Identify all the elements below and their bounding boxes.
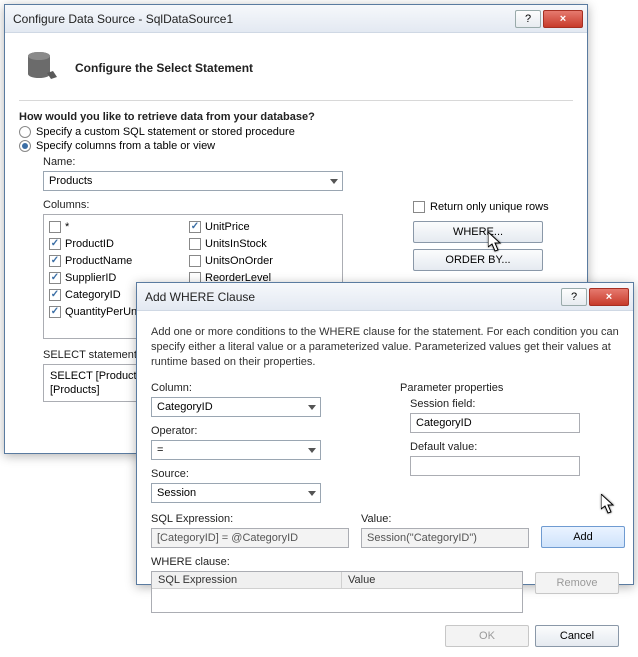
input-value: CategoryID (416, 417, 472, 429)
column-item[interactable]: ProductName (49, 252, 189, 269)
database-icon (25, 49, 61, 86)
operator-label: Operator: (151, 425, 370, 437)
session-field-input[interactable]: CategoryID (410, 413, 580, 433)
wizard-heading: Configure the Select Statement (75, 61, 253, 75)
source-label: Source: (151, 468, 370, 480)
column-label: QuantityPerUnit (65, 306, 143, 318)
window-title: Add WHERE Clause (145, 290, 561, 304)
column-label: * (65, 221, 69, 233)
name-label: Name: (43, 156, 573, 168)
checkbox-icon (49, 221, 61, 233)
cancel-button[interactable]: Cancel (535, 625, 619, 647)
column-label: UnitsOnOrder (205, 255, 273, 267)
select-value: CategoryID (157, 401, 213, 413)
column-label: CategoryID (65, 289, 121, 301)
table-name-value: Products (49, 175, 92, 187)
column-label: ProductName (65, 255, 132, 267)
default-value-input[interactable] (410, 456, 580, 476)
button-label: Add (573, 531, 593, 543)
grid-col-value: Value (342, 572, 381, 588)
add-where-clause-window: Add WHERE Clause ? × Add one or more con… (136, 282, 634, 585)
checkbox-icon (413, 201, 425, 213)
operator-select[interactable]: = (151, 440, 321, 460)
button-label: Cancel (560, 630, 594, 642)
add-button[interactable]: Add (541, 526, 625, 548)
column-label: ProductID (65, 238, 114, 250)
grid-col-sql: SQL Expression (152, 572, 342, 588)
checkbox-label: Return only unique rows (430, 201, 549, 213)
select-value: = (157, 444, 163, 456)
radio-label: Specify columns from a table or view (36, 140, 215, 152)
radio-icon (19, 126, 31, 138)
close-button[interactable]: × (589, 288, 629, 306)
radio-icon (19, 140, 31, 152)
value-label: Value: (361, 513, 529, 525)
checkbox-icon (49, 238, 61, 250)
session-field-label: Session field: (410, 398, 619, 410)
column-label: UnitPrice (205, 221, 250, 233)
column-label: UnitsInStock (205, 238, 267, 250)
table-name-select[interactable]: Products (43, 171, 343, 191)
radio-specify-columns[interactable]: Specify columns from a table or view (19, 140, 573, 152)
titlebar[interactable]: Configure Data Source - SqlDataSource1 ?… (5, 5, 587, 33)
checkbox-icon (189, 221, 201, 233)
column-item[interactable]: UnitsOnOrder (189, 252, 329, 269)
sql-expression-label: SQL Expression: (151, 513, 349, 525)
window-title: Configure Data Source - SqlDataSource1 (13, 12, 515, 26)
checkbox-icon (49, 306, 61, 318)
orderby-button[interactable]: ORDER BY... (413, 249, 543, 271)
column-label: Column: (151, 382, 370, 394)
column-item[interactable]: UnitsInStock (189, 235, 329, 252)
checkbox-icon (189, 238, 201, 250)
help-button[interactable]: ? (515, 10, 541, 28)
parameter-props-label: Parameter properties (400, 382, 619, 394)
help-button[interactable]: ? (561, 288, 587, 306)
radio-label: Specify a custom SQL statement or stored… (36, 126, 295, 138)
select-value: Session (157, 487, 196, 499)
close-button[interactable]: × (543, 10, 583, 28)
column-item[interactable]: ProductID (49, 235, 189, 252)
default-value-label: Default value: (410, 441, 619, 453)
return-unique-checkbox[interactable]: Return only unique rows (413, 201, 549, 213)
column-item[interactable]: * (49, 218, 189, 235)
button-label: Remove (557, 577, 598, 589)
checkbox-icon (189, 255, 201, 267)
checkbox-icon (49, 255, 61, 267)
ok-button: OK (445, 625, 529, 647)
where-clause-grid[interactable]: SQL Expression Value (151, 571, 523, 613)
source-select[interactable]: Session (151, 483, 321, 503)
column-label: SupplierID (65, 272, 116, 284)
checkbox-icon (49, 272, 61, 284)
button-label: OK (479, 630, 495, 642)
column-item[interactable]: UnitPrice (189, 218, 329, 235)
value-box: Session("CategoryID") (361, 528, 529, 548)
titlebar[interactable]: Add WHERE Clause ? × (137, 283, 633, 311)
sql-expression-box: [CategoryID] = @CategoryID (151, 528, 349, 548)
column-select[interactable]: CategoryID (151, 397, 321, 417)
button-label: ORDER BY... (445, 254, 510, 266)
checkbox-icon (49, 289, 61, 301)
radio-custom-sql[interactable]: Specify a custom SQL statement or stored… (19, 126, 573, 138)
remove-button: Remove (535, 572, 619, 594)
button-label: WHERE... (453, 226, 503, 238)
text-value: Session("CategoryID") (367, 532, 477, 544)
question-label: How would you like to retrieve data from… (19, 111, 573, 123)
where-clause-label: WHERE clause: (151, 556, 523, 568)
text-value: [CategoryID] = @CategoryID (157, 532, 298, 544)
where-button[interactable]: WHERE... (413, 221, 543, 243)
dialog-description: Add one or more conditions to the WHERE … (151, 325, 619, 370)
